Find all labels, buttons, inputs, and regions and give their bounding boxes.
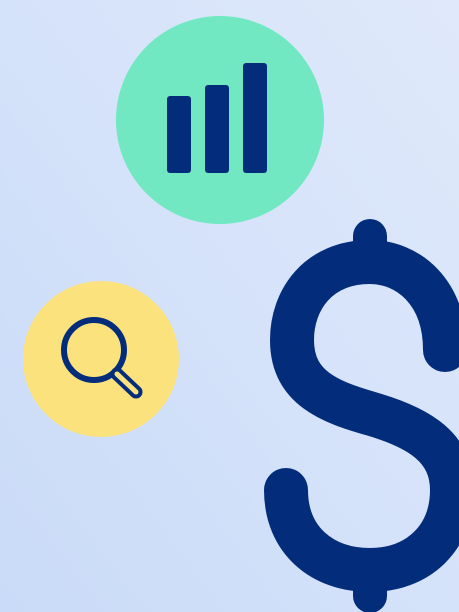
bar-chart-bar-medium xyxy=(205,85,229,173)
bar-chart-badge xyxy=(116,16,324,224)
magnifier-badge-circle xyxy=(23,281,179,437)
bar-chart-bar-short xyxy=(167,96,191,173)
illustration-canvas xyxy=(0,0,459,612)
bar-chart-bar-tall xyxy=(243,63,267,173)
magnifier-badge xyxy=(23,281,179,437)
illustration-svg xyxy=(0,0,459,612)
